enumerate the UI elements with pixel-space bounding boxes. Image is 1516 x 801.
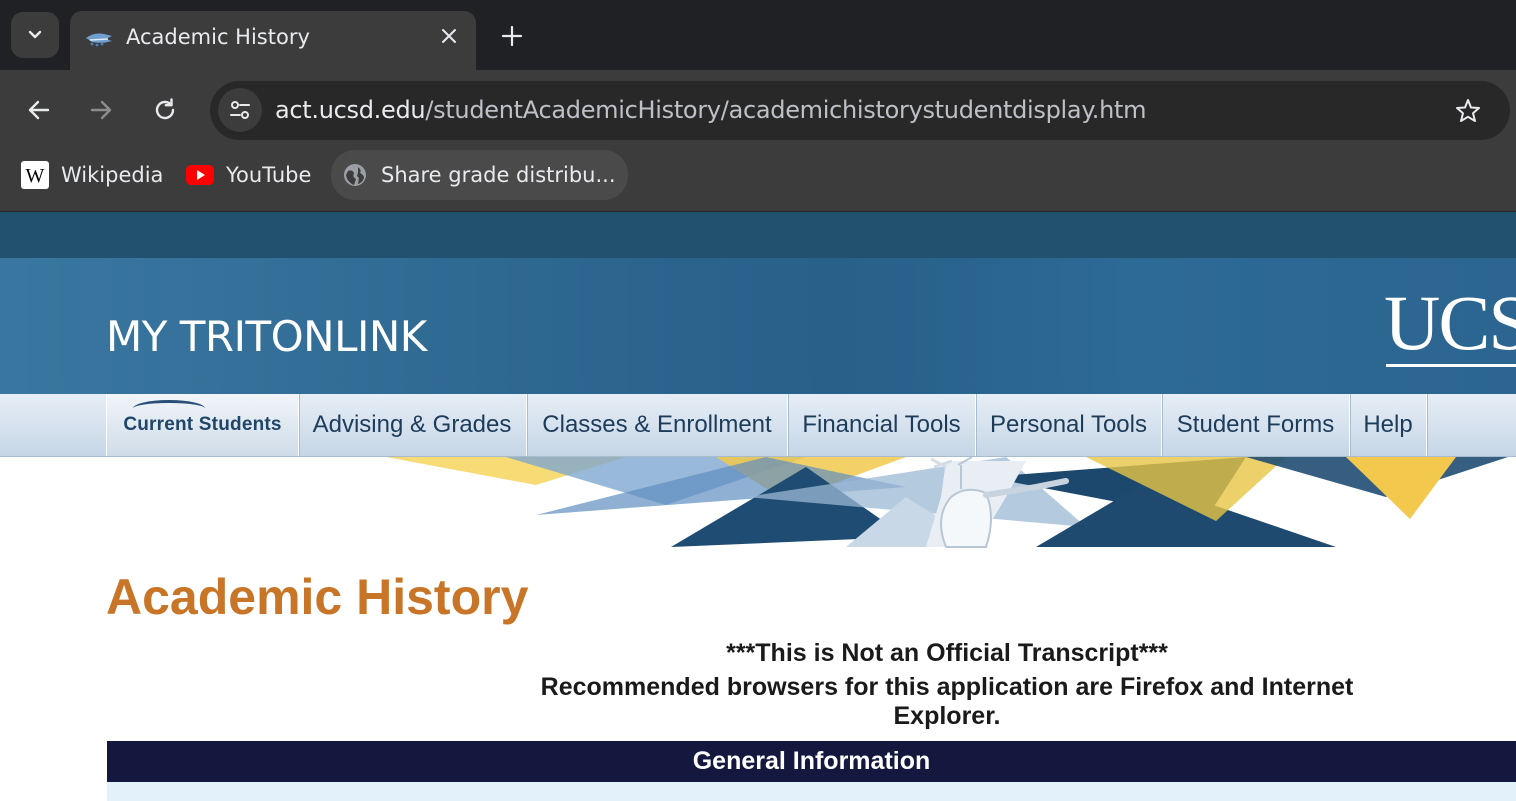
plus-icon [501, 25, 523, 47]
ucsd-logo-underline [1386, 364, 1516, 367]
nav-classes-enrollment[interactable]: Classes & Enrollment [527, 394, 788, 456]
browser-toolbar: act.ucsd.edu/studentAcademicHistory/acad… [0, 70, 1516, 150]
nav-personal-tools[interactable]: Personal Tools [976, 394, 1162, 456]
site-top-strip [0, 212, 1516, 258]
url-path: /studentAcademicHistory/academichistorys… [425, 96, 1147, 124]
forward-button[interactable] [81, 90, 121, 130]
current-students-logo: Current Students [123, 400, 282, 436]
nav-label: Classes & Enrollment [542, 411, 772, 438]
bookmark-label: Share grade distribu... [381, 163, 616, 187]
url-host: act.ucsd.edu [275, 96, 426, 124]
page-title: Academic History [106, 569, 529, 625]
globe-icon [341, 161, 369, 189]
general-information-row [107, 782, 1516, 801]
nav-help[interactable]: Help [1350, 394, 1427, 456]
wikipedia-icon: W [21, 161, 49, 189]
reload-button[interactable] [145, 90, 185, 130]
svg-text:W: W [26, 165, 45, 187]
new-tab-button[interactable] [496, 20, 528, 52]
browser-recommendation: Recommended browsers for this applicatio… [540, 673, 1354, 730]
tune-icon [230, 101, 250, 119]
nav-student-forms[interactable]: Student Forms [1162, 394, 1350, 456]
youtube-icon [186, 161, 214, 189]
address-bar[interactable]: act.ucsd.edu/studentAcademicHistory/acad… [210, 81, 1510, 140]
bookmark-share-grade[interactable]: Share grade distribu... [331, 150, 628, 200]
bookmark-label: YouTube [226, 163, 312, 187]
site-info-button[interactable] [218, 88, 262, 132]
triton-banner-graphic [386, 457, 1508, 548]
main-nav: Current Students Advising & Grades Class… [0, 394, 1516, 457]
tab-title: Academic History [126, 25, 310, 49]
tab-close-button[interactable] [434, 21, 464, 51]
bookmark-label: Wikipedia [61, 163, 164, 187]
reload-icon [155, 98, 175, 120]
browser-tab[interactable]: Academic History [70, 11, 476, 70]
back-button[interactable] [19, 90, 59, 130]
nav-label: Advising & Grades [312, 411, 512, 438]
arc-decoration [133, 400, 206, 417]
nav-label: Personal Tools [990, 411, 1147, 438]
star-icon [1456, 99, 1480, 122]
site-banner: MY TRITONLINK UCS [0, 258, 1516, 394]
bookmark-youtube[interactable]: YouTube [186, 150, 311, 200]
section-header-label: General Information [692, 747, 931, 775]
nav-label: Help [1363, 411, 1413, 438]
triton-favicon-icon [86, 33, 112, 47]
tab-search-button[interactable] [11, 12, 59, 58]
bookmark-star-button[interactable] [1452, 95, 1484, 127]
arrow-left-icon [28, 100, 50, 120]
nav-advising-grades[interactable]: Advising & Grades [298, 394, 527, 456]
site-title[interactable]: MY TRITONLINK [106, 312, 427, 361]
nav-label: Financial Tools [802, 411, 961, 438]
ucsd-logo[interactable]: UCS [1384, 284, 1516, 362]
nav-label: Current Students [123, 414, 282, 435]
general-information-header: General Information [107, 741, 1516, 782]
nav-current-students[interactable]: Current Students [106, 394, 299, 456]
nav-label: Student Forms [1176, 411, 1335, 438]
arrow-right-icon [90, 100, 112, 120]
browser-tab-strip: Academic History [0, 0, 1516, 70]
bookmark-wikipedia[interactable]: W Wikipedia [21, 150, 163, 200]
url-text[interactable]: act.ucsd.edu/studentAcademicHistory/acad… [275, 96, 1147, 124]
chevron-down-icon [28, 30, 42, 39]
not-official-notice: ***This is Not an Official Transcript*** [726, 639, 1168, 667]
close-icon [442, 29, 456, 43]
nav-financial-tools[interactable]: Financial Tools [788, 394, 976, 456]
bookmarks-bar: W Wikipedia YouTube Share grade distribu… [0, 150, 1516, 212]
